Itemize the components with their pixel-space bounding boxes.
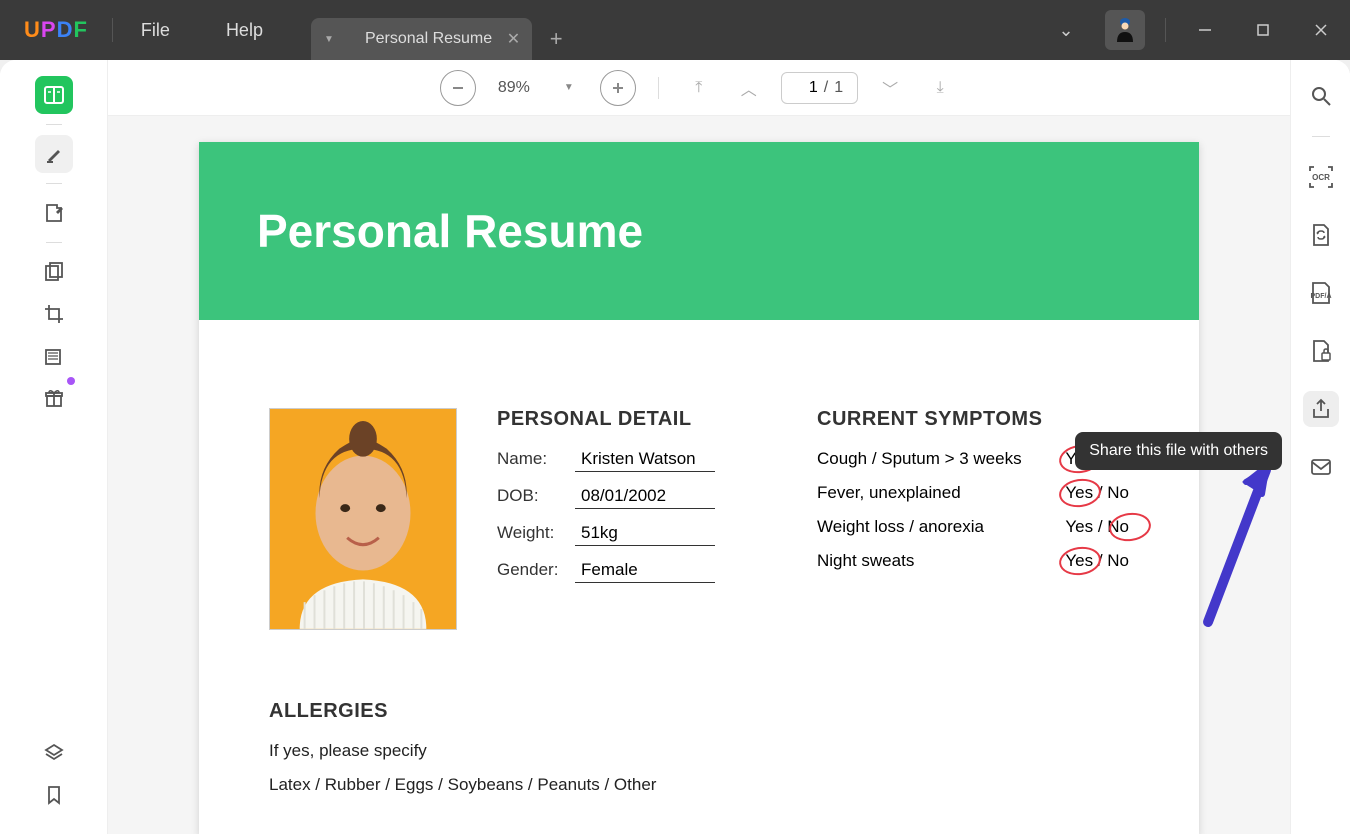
main-area: 89% ▼ ⤒ ︿ / 1 ﹀ ⤓ Personal Resume: [0, 60, 1350, 834]
new-tab-button[interactable]: +: [536, 18, 576, 60]
ocr-icon[interactable]: OCR: [1303, 159, 1339, 195]
doc-banner: Personal Resume: [199, 142, 1199, 320]
svg-text:PDF/A: PDF/A: [1310, 293, 1331, 300]
circled-mark: [1058, 544, 1103, 578]
left-sidebar: [0, 60, 108, 834]
pdfa-icon[interactable]: PDF/A: [1303, 275, 1339, 311]
tab-bar: ▼ Personal Resume ✕ +: [311, 0, 576, 60]
tab-close-icon[interactable]: ✕: [507, 29, 520, 49]
divider: [46, 183, 62, 184]
share-tooltip: Share this file with others: [1075, 432, 1282, 470]
menu-help[interactable]: Help: [198, 20, 291, 41]
protect-icon[interactable]: [1303, 333, 1339, 369]
menu-file[interactable]: File: [113, 20, 198, 41]
circled-mark: [1058, 476, 1103, 510]
symptom-row: Weight loss / anorexia Yes / No: [817, 517, 1129, 537]
edit-icon[interactable]: [35, 194, 73, 232]
divider: [46, 124, 62, 125]
divider: [1312, 136, 1330, 137]
notification-dot: [67, 377, 75, 385]
divider: [658, 77, 659, 99]
search-icon[interactable]: [1303, 78, 1339, 114]
allergy-line2: Latex / Rubber / Eggs / Soybeans / Peanu…: [269, 775, 1129, 795]
zoom-dropdown[interactable]: ▼: [552, 82, 586, 93]
gift-icon[interactable]: [35, 379, 73, 417]
symptom-label: Weight loss / anorexia: [817, 517, 984, 537]
next-page-icon[interactable]: ﹀: [872, 70, 908, 106]
personal-detail-section: PERSONAL DETAIL Name:Kristen Watson DOB:…: [497, 408, 777, 630]
page-indicator: / 1: [781, 72, 858, 104]
email-icon[interactable]: [1303, 449, 1339, 485]
convert-icon[interactable]: [1303, 217, 1339, 253]
symptom-label: Fever, unexplained: [817, 483, 961, 503]
zoom-out-button[interactable]: [440, 70, 476, 106]
gender-label: Gender:: [497, 560, 575, 580]
reader-mode-icon[interactable]: [35, 76, 73, 114]
page-input[interactable]: [796, 79, 818, 97]
tab-personal-resume[interactable]: Personal Resume ✕: [347, 18, 532, 60]
dob-label: DOB:: [497, 486, 575, 506]
share-icon[interactable]: [1303, 391, 1339, 427]
crop-icon[interactable]: [35, 295, 73, 333]
bookmark-icon[interactable]: [35, 776, 73, 814]
document-page: Personal Resume: [199, 142, 1199, 834]
window-dropdown[interactable]: ⌄: [1037, 0, 1095, 60]
titlebar-right: ⌄: [1037, 0, 1350, 60]
layers-icon[interactable]: [35, 734, 73, 772]
organize-pages-icon[interactable]: [35, 253, 73, 291]
prev-page-icon[interactable]: ︿: [731, 70, 767, 106]
redact-icon[interactable]: [35, 337, 73, 375]
page-sep: /: [824, 79, 828, 97]
right-sidebar: OCR PDF/A: [1290, 60, 1350, 834]
app-logo: UPDF: [0, 17, 112, 43]
name-value: Kristen Watson: [575, 449, 715, 472]
allergy-line1: If yes, please specify: [269, 741, 1129, 761]
section-heading: CURRENT SYMPTOMS: [817, 408, 1129, 431]
symptom-label: Night sweats: [817, 551, 914, 571]
section-heading: PERSONAL DETAIL: [497, 408, 777, 431]
symptom-row: Night sweats Yes / No: [817, 551, 1129, 571]
symptom-answer: Yes / No: [1065, 551, 1129, 571]
tab-list-dropdown[interactable]: ▼: [311, 18, 347, 60]
document-viewport[interactable]: Personal Resume: [108, 116, 1290, 834]
svg-text:OCR: OCR: [1312, 173, 1330, 182]
window-minimize[interactable]: [1176, 0, 1234, 60]
zoom-value: 89%: [490, 79, 538, 97]
divider: [1165, 18, 1166, 42]
dob-value: 08/01/2002: [575, 486, 715, 509]
window-close[interactable]: [1292, 0, 1350, 60]
symptom-label: Cough / Sputum > 3 weeks: [817, 449, 1022, 469]
symptom-row: Fever, unexplained Yes / No: [817, 483, 1129, 503]
gender-value: Female: [575, 560, 715, 583]
page-total: 1: [834, 79, 843, 97]
allergies-section: ALLERGIES If yes, please specify Latex /…: [199, 670, 1199, 834]
first-page-icon[interactable]: ⤒: [681, 70, 717, 106]
user-avatar[interactable]: [1105, 10, 1145, 50]
symptom-answer: Yes / No: [1065, 483, 1129, 503]
divider: [46, 242, 62, 243]
name-label: Name:: [497, 449, 575, 469]
zoom-in-button[interactable]: [600, 70, 636, 106]
profile-photo: [269, 408, 457, 630]
tab-label: Personal Resume: [365, 30, 492, 48]
weight-label: Weight:: [497, 523, 575, 543]
titlebar: UPDF File Help ▼ Personal Resume ✕ + ⌄: [0, 0, 1350, 60]
symptom-answer: Yes / No: [1065, 517, 1129, 537]
window-maximize[interactable]: [1234, 0, 1292, 60]
doc-title: Personal Resume: [257, 204, 643, 258]
top-toolbar: 89% ▼ ⤒ ︿ / 1 ﹀ ⤓: [108, 60, 1290, 116]
circled-mark: [1108, 510, 1153, 544]
section-heading: ALLERGIES: [269, 700, 1129, 723]
last-page-icon[interactable]: ⤓: [922, 70, 958, 106]
highlighter-icon[interactable]: [35, 135, 73, 173]
weight-value: 51kg: [575, 523, 715, 546]
